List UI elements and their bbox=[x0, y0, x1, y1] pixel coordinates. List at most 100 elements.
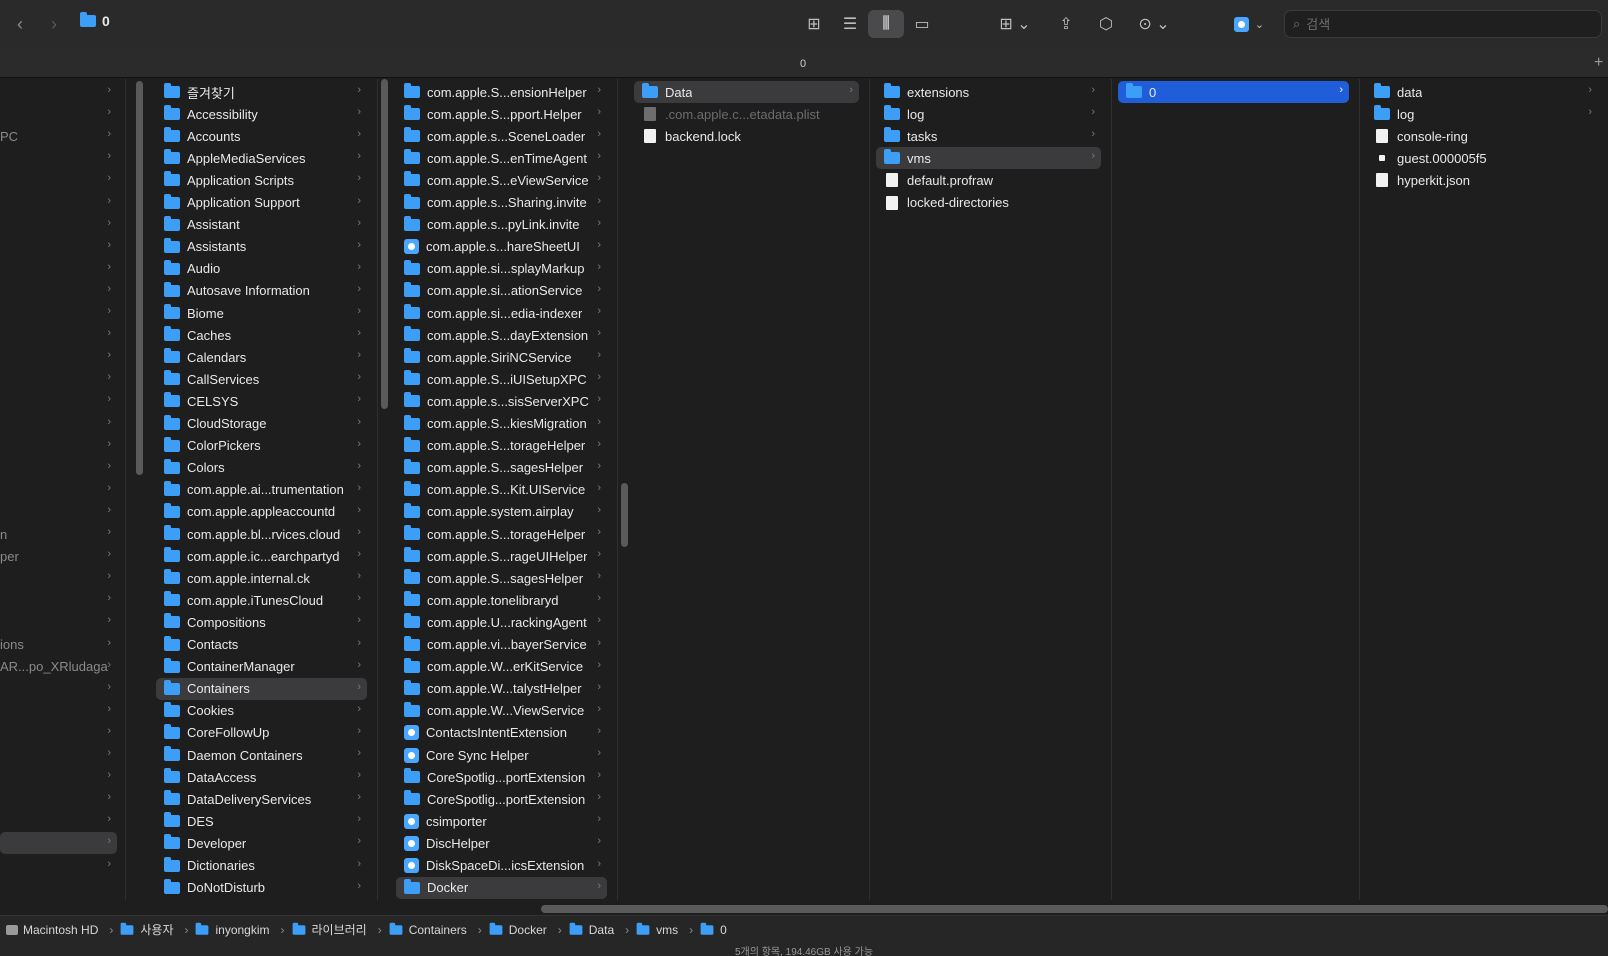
list-view-button[interactable]: ☰ bbox=[832, 10, 868, 38]
column-3-scrollbar[interactable] bbox=[621, 483, 628, 547]
app-extension-button[interactable]: ⌄ bbox=[1224, 10, 1274, 38]
list-item[interactable]: com.apple.S...torageHelper › bbox=[396, 435, 607, 457]
list-item[interactable]: Accounts › bbox=[156, 125, 367, 147]
list-item[interactable]: com.apple.S...enTimeAgent › bbox=[396, 147, 607, 169]
list-item[interactable]: › bbox=[0, 435, 117, 457]
list-item[interactable]: com.apple.S...sagesHelper › bbox=[396, 567, 607, 589]
list-item[interactable]: ContainerManager › bbox=[156, 656, 367, 678]
list-item[interactable]: com.apple.system.airplay › bbox=[396, 501, 607, 523]
breadcrumb-item[interactable]: Docker › bbox=[488, 922, 568, 937]
list-item[interactable]: Autosave Information › bbox=[156, 280, 367, 302]
list-item[interactable]: PC › bbox=[0, 125, 117, 147]
list-item[interactable]: › bbox=[0, 722, 117, 744]
list-item[interactable]: AR...po_XRludaga › bbox=[0, 656, 117, 678]
breadcrumb-item[interactable]: Containers › bbox=[388, 922, 488, 937]
search-field[interactable]: ⌕ bbox=[1284, 10, 1602, 38]
list-item[interactable]: com.apple.SiriNCService › bbox=[396, 346, 607, 368]
list-item[interactable]: vms › bbox=[876, 147, 1101, 170]
list-item[interactable]: com.apple.W...ViewService › bbox=[396, 700, 607, 722]
list-item[interactable]: › bbox=[0, 678, 117, 700]
list-item[interactable]: extensions › bbox=[876, 81, 1101, 103]
list-item[interactable]: › bbox=[0, 236, 117, 258]
list-item[interactable]: com.apple.si...ationService › bbox=[396, 280, 607, 302]
group-button[interactable]: ⊞ ⌄ bbox=[990, 10, 1040, 38]
list-item[interactable]: com.apple.bl...rvices.cloud › bbox=[156, 523, 367, 545]
list-item[interactable]: Containers › bbox=[156, 677, 367, 700]
list-item[interactable]: Dictionaries › bbox=[156, 855, 367, 877]
list-item[interactable]: CoreFollowUp › bbox=[156, 722, 367, 744]
list-item[interactable]: hyperkit.json bbox=[1366, 169, 1598, 191]
list-item[interactable]: Contacts › bbox=[156, 634, 367, 656]
new-tab-button[interactable]: + bbox=[1594, 54, 1603, 72]
list-item[interactable]: data › bbox=[1366, 81, 1598, 103]
list-item[interactable]: per › bbox=[0, 545, 117, 567]
list-item[interactable]: com.apple.S...pport.Helper › bbox=[396, 103, 607, 125]
list-item[interactable]: log › bbox=[1366, 103, 1598, 125]
list-item[interactable]: com.apple.si...splayMarkup › bbox=[396, 258, 607, 280]
icon-view-button[interactable]: ⊞ bbox=[796, 10, 832, 38]
breadcrumb-item[interactable]: Macintosh HD › bbox=[6, 923, 119, 937]
list-item[interactable]: com.apple.S...sagesHelper › bbox=[396, 457, 607, 479]
breadcrumb-item[interactable]: 라이브러리 › bbox=[291, 921, 388, 938]
list-item[interactable]: › bbox=[0, 611, 117, 633]
list-item[interactable]: › bbox=[0, 567, 117, 589]
list-item[interactable]: › bbox=[0, 413, 117, 435]
list-item[interactable]: com.apple.S...dayExtension › bbox=[396, 324, 607, 346]
list-item[interactable]: com.apple.ai...trumentation › bbox=[156, 479, 367, 501]
list-item[interactable]: com.apple.si...edia-indexer › bbox=[396, 302, 607, 324]
list-item[interactable]: com.apple.S...ensionHelper › bbox=[396, 81, 607, 103]
list-item[interactable]: › bbox=[0, 855, 117, 877]
list-item[interactable]: com.apple.U...rackingAgent › bbox=[396, 611, 607, 633]
list-item[interactable]: .com.apple.c...etadata.plist bbox=[634, 103, 859, 125]
list-item[interactable]: › bbox=[0, 280, 117, 302]
list-item[interactable]: CloudStorage › bbox=[156, 413, 367, 435]
list-item[interactable]: › bbox=[0, 501, 117, 523]
list-item[interactable]: default.profraw bbox=[876, 169, 1101, 191]
list-item[interactable]: › bbox=[0, 258, 117, 280]
list-item[interactable]: 0 › bbox=[1118, 81, 1349, 103]
list-item[interactable]: › bbox=[0, 457, 117, 479]
list-item[interactable]: › bbox=[0, 103, 117, 125]
list-item[interactable]: com.apple.iTunesCloud › bbox=[156, 589, 367, 611]
list-item[interactable]: › bbox=[0, 810, 117, 832]
list-item[interactable]: 즐겨찾기 › bbox=[156, 81, 367, 103]
list-item[interactable]: Assistants › bbox=[156, 236, 367, 258]
list-item[interactable]: › bbox=[0, 479, 117, 501]
list-item[interactable]: › bbox=[0, 302, 117, 324]
list-item[interactable]: › bbox=[0, 81, 117, 103]
list-item[interactable]: com.apple.W...erKitService › bbox=[396, 656, 607, 678]
list-item[interactable]: tasks › bbox=[876, 125, 1101, 147]
list-item[interactable]: ContactsIntentExtension › bbox=[396, 722, 607, 744]
breadcrumb-item[interactable]: 사용자 › bbox=[119, 921, 194, 938]
list-item[interactable]: Daemon Containers › bbox=[156, 744, 367, 766]
list-item[interactable]: › bbox=[0, 589, 117, 611]
breadcrumb-item[interactable]: Data › bbox=[568, 922, 635, 937]
list-item[interactable]: com.apple.s...hareSheetUI › bbox=[396, 236, 607, 258]
tag-button[interactable]: ⬡ bbox=[1088, 10, 1124, 38]
list-item[interactable]: Developer › bbox=[156, 832, 367, 854]
list-item[interactable]: com.apple.appleaccountd › bbox=[156, 501, 367, 523]
column-view-button[interactable]: ⫼ bbox=[868, 10, 904, 38]
list-item[interactable]: Data › bbox=[634, 81, 859, 103]
list-item[interactable]: Biome › bbox=[156, 302, 367, 324]
list-item[interactable]: › bbox=[0, 700, 117, 722]
tab-current[interactable]: 0 bbox=[800, 58, 806, 70]
list-item[interactable]: Colors › bbox=[156, 457, 367, 479]
list-item[interactable]: › bbox=[0, 147, 117, 169]
list-item[interactable]: › bbox=[0, 832, 117, 855]
breadcrumb-item[interactable]: inyongkim › bbox=[194, 922, 290, 937]
list-item[interactable]: ColorPickers › bbox=[156, 435, 367, 457]
list-item[interactable]: com.apple.S...torageHelper › bbox=[396, 523, 607, 545]
list-item[interactable]: › bbox=[0, 744, 117, 766]
list-item[interactable]: CoreSpotlig...portExtension › bbox=[396, 788, 607, 810]
list-item[interactable]: com.apple.s...Sharing.invite › bbox=[396, 192, 607, 214]
list-item[interactable]: com.apple.s...SceneLoader › bbox=[396, 125, 607, 147]
forward-button[interactable]: › bbox=[38, 10, 70, 38]
list-item[interactable]: backend.lock bbox=[634, 125, 859, 147]
list-item[interactable]: locked-directories bbox=[876, 192, 1101, 214]
share-button[interactable]: ⇪ bbox=[1048, 10, 1084, 38]
group-menu[interactable]: ⊞ ⌄ bbox=[990, 10, 1040, 38]
list-item[interactable]: Caches › bbox=[156, 324, 367, 346]
more-actions-button[interactable]: ⊙ ⌄ bbox=[1130, 10, 1178, 38]
list-item[interactable]: › bbox=[0, 214, 117, 236]
